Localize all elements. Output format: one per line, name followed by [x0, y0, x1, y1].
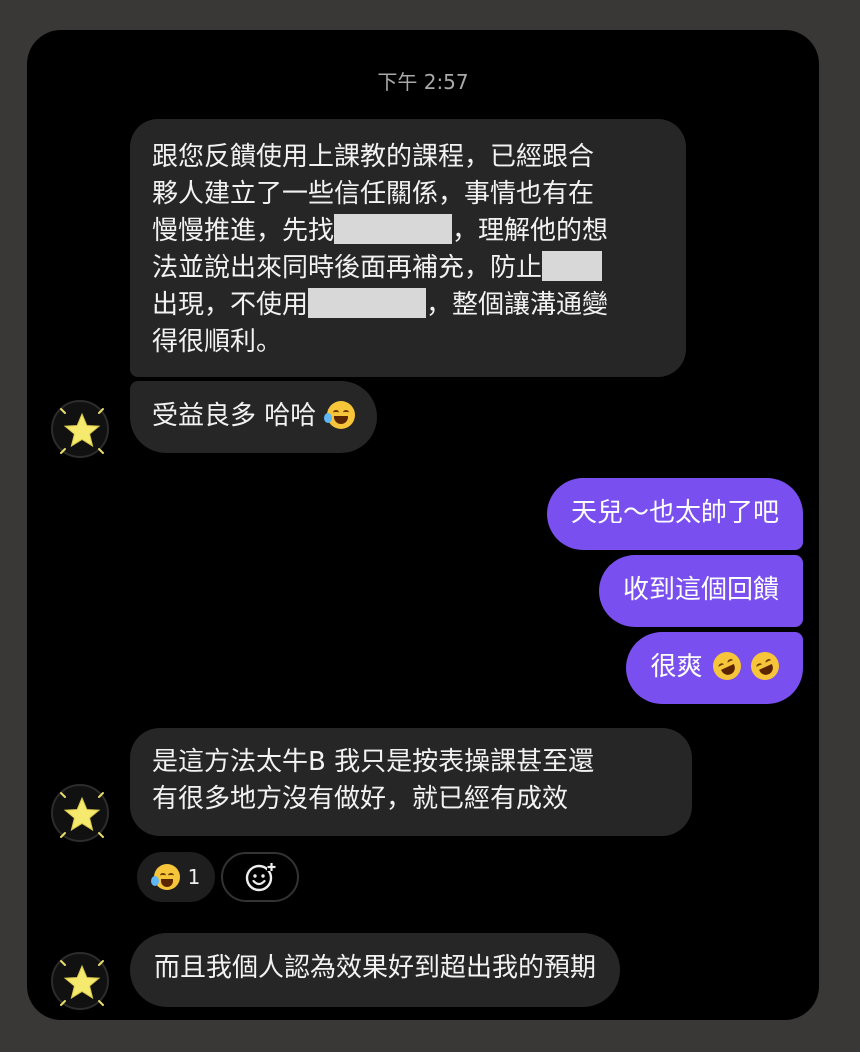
chat-screen: 下午 2:57 跟您反饋使用上課教的課程，已經跟合 夥人建立了一些信任關係，事情…	[27, 30, 819, 1020]
incoming-message-bubble[interactable]: 而且我個人認為效果好到超出我的預期	[130, 933, 621, 1007]
incoming-message-bubble[interactable]: 受益良多 哈哈	[130, 381, 377, 453]
star-icon	[60, 408, 104, 454]
outgoing-message-bubble[interactable]: 很爽	[626, 632, 803, 704]
reaction-chip[interactable]: 1	[137, 852, 215, 902]
message-line: 得很順利。	[152, 327, 283, 357]
outgoing-message-bubble[interactable]: 收到這個回饋	[598, 555, 803, 627]
star-icon	[60, 792, 104, 838]
message-text: 很爽	[650, 652, 703, 682]
face-with-tears-of-joy-icon	[323, 401, 355, 429]
redaction-block	[334, 214, 453, 244]
contact-avatar[interactable]	[51, 400, 109, 458]
message-line: 有很多地方沒有做好，就已經有成效	[152, 784, 569, 814]
message-text: ，理解他的想	[452, 216, 609, 246]
reaction-count: 1	[187, 865, 201, 889]
redaction-block	[542, 251, 603, 281]
message-text: ，整個讓溝通變	[426, 290, 609, 320]
face-with-tears-of-joy-icon	[150, 864, 180, 890]
message-line: 法並說出來同時後面再補充，防止	[152, 250, 664, 287]
outgoing-message-bubble[interactable]: 天兒～也太帥了吧	[546, 478, 803, 550]
message-text: 天兒～也太帥了吧	[570, 498, 779, 528]
message-text: 受益良多 哈哈	[152, 401, 317, 431]
contact-avatar[interactable]	[51, 784, 109, 842]
message-text: 出現，不使用	[152, 290, 309, 320]
message-line: 是這方法太牛B 我只是按表操課甚至還	[152, 747, 595, 777]
rolling-on-the-floor-laughing-icon	[708, 647, 746, 685]
message-line: 跟您反饋使用上課教的課程，已經跟合	[152, 142, 595, 172]
rolling-on-the-floor-laughing-icon	[746, 647, 784, 685]
star-icon	[60, 960, 104, 1006]
message-text: 收到這個回饋	[622, 575, 779, 605]
redaction-block	[308, 288, 427, 318]
incoming-message-bubble[interactable]: 跟您反饋使用上課教的課程，已經跟合 夥人建立了一些信任關係，事情也有在 慢慢推進…	[130, 119, 686, 377]
message-line: 慢慢推進，先找 ，理解他的想	[152, 213, 664, 250]
contact-avatar[interactable]	[51, 952, 109, 1010]
message-text: 而且我個人認為效果好到超出我的預期	[154, 953, 597, 983]
add-reaction-button[interactable]	[221, 852, 299, 902]
message-timestamp: 下午 2:57	[377, 70, 469, 94]
message-line: 出現，不使用 ，整個讓溝通變	[152, 287, 664, 324]
message-text: 慢慢推進，先找	[152, 216, 335, 246]
message-line: 夥人建立了一些信任關係，事情也有在	[152, 179, 595, 209]
add-reaction-icon	[245, 862, 276, 892]
incoming-message-bubble[interactable]: 是這方法太牛B 我只是按表操課甚至還 有很多地方沒有做好，就已經有成效	[130, 728, 692, 836]
message-text: 法並說出來同時後面再補充，防止	[152, 253, 543, 283]
